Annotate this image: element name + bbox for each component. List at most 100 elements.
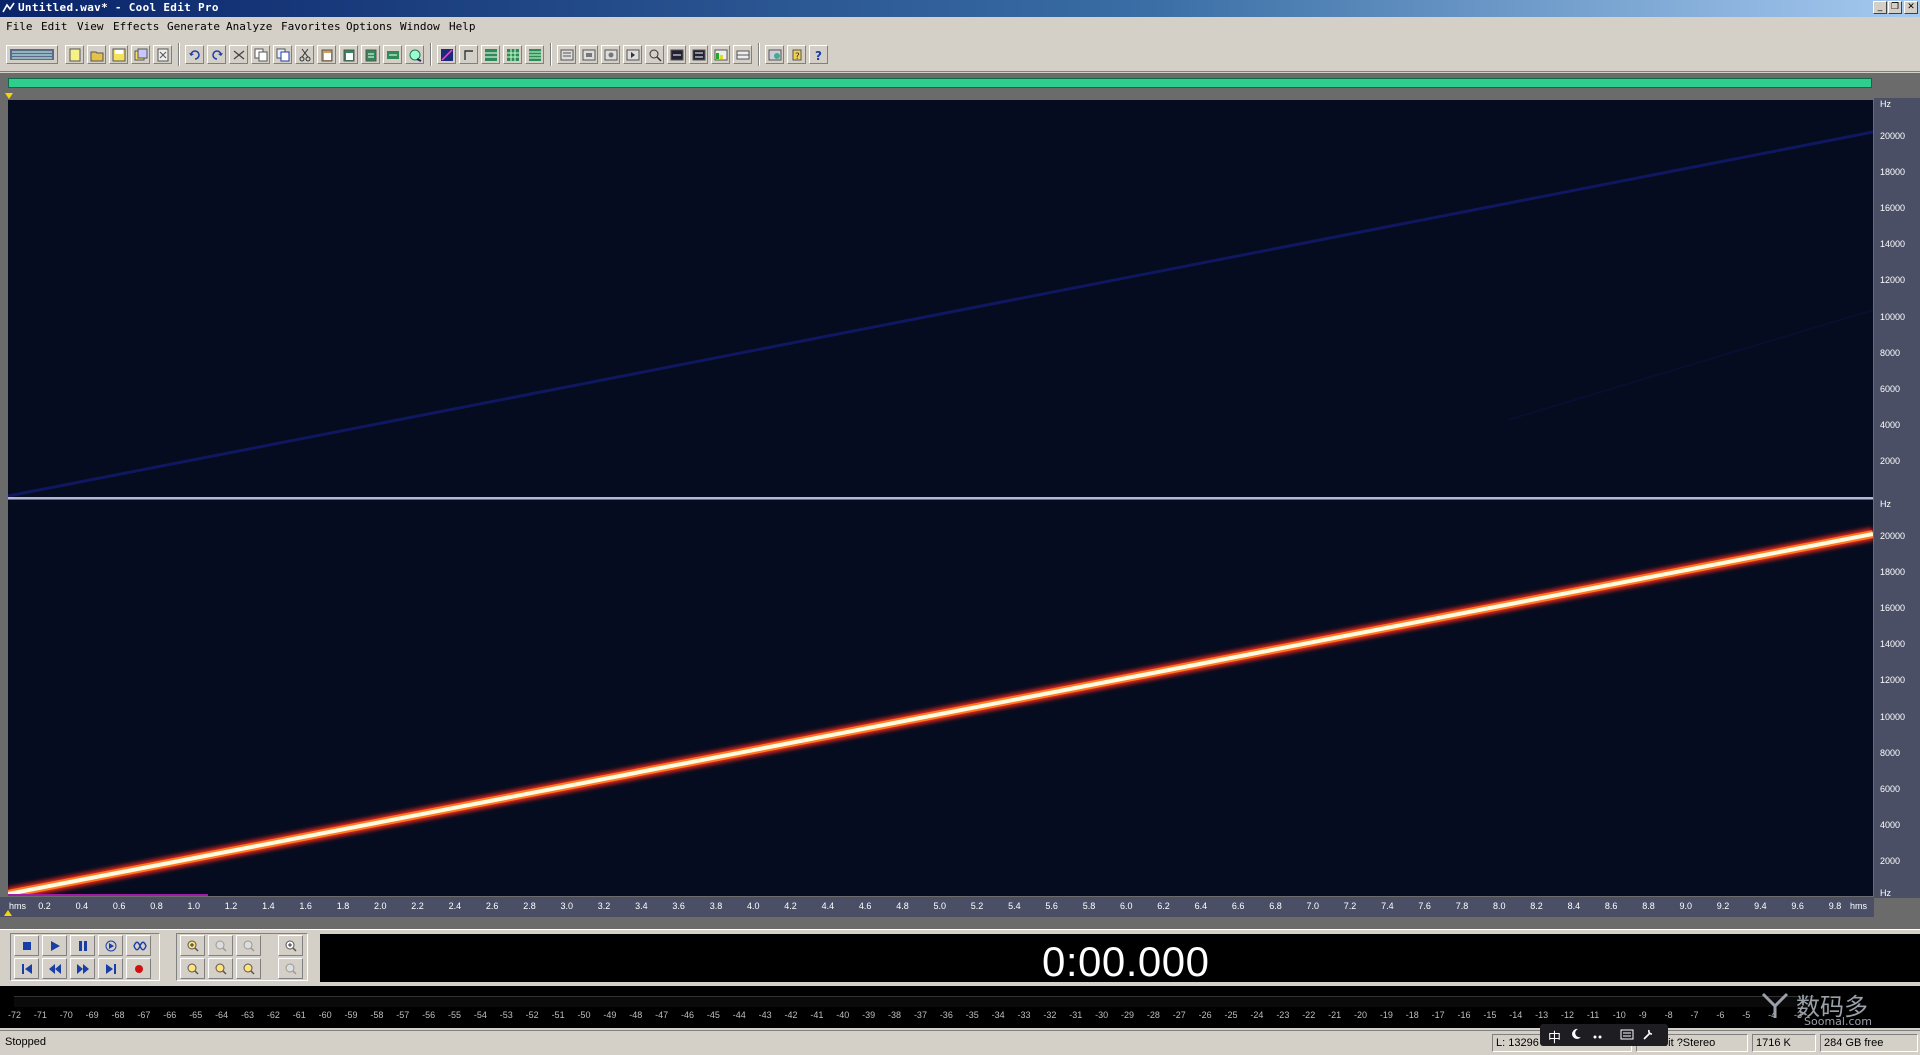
level-meter[interactable]: -72 -71 -70 -69 -68 -67 -66 -65 -64 -63 -62 -61 -60 -…: [0, 986, 1920, 1028]
preferences-icon[interactable]: [765, 45, 784, 64]
zoom-selection-button[interactable]: [236, 958, 261, 979]
level-meter-tick-label: -67: [137, 1010, 151, 1020]
loop-button[interactable]: [126, 935, 151, 956]
trim-icon[interactable]: [383, 45, 402, 64]
save-file-icon[interactable]: [109, 45, 128, 64]
grid-icon[interactable]: [525, 45, 544, 64]
go-to-start-button[interactable]: [14, 958, 39, 979]
toolbar-separator: [430, 43, 432, 66]
rewind-button[interactable]: [42, 958, 67, 979]
level-meter-tick-label: -63: [240, 1010, 254, 1020]
mix-paste-icon[interactable]: [361, 45, 380, 64]
redo-icon[interactable]: [207, 45, 226, 64]
playhead-bottom-marker[interactable]: [4, 910, 14, 917]
app-icon: [2, 2, 15, 13]
save-all-icon[interactable]: [131, 45, 150, 64]
help-icon[interactable]: ?: [809, 45, 828, 64]
level-meter-tick-label: -47: [655, 1010, 669, 1020]
zoom-in-left-button[interactable]: [180, 958, 205, 979]
level-meter-tick-label: -6: [1716, 1010, 1725, 1020]
time-ruler[interactable]: hms 0.2 0.4 0.6 0.8 1.0 1.2 1.4 1.6 1.8 2.0 2.2 2.4 2…: [0, 897, 1874, 917]
stop-button[interactable]: [14, 935, 39, 956]
punctuation-icon[interactable]: [1592, 1029, 1604, 1041]
paste-icon[interactable]: [317, 45, 336, 64]
restore-button[interactable]: ❐: [1888, 1, 1902, 14]
undo-icon[interactable]: [185, 45, 204, 64]
menu-view[interactable]: View: [77, 20, 104, 33]
moon-icon[interactable]: [1570, 1028, 1582, 1040]
toolbar-separator: [178, 43, 180, 66]
scripts-icon[interactable]: [733, 45, 752, 64]
time-tick-label: 1.6: [299, 901, 312, 911]
menu-options[interactable]: Options: [346, 20, 392, 33]
spectral-view-left-channel[interactable]: [7, 100, 1874, 498]
cd-play-icon[interactable]: [405, 45, 424, 64]
info-icon[interactable]: [623, 45, 642, 64]
zoom-in-right-button[interactable]: [208, 958, 233, 979]
open-file-icon[interactable]: [87, 45, 106, 64]
playhead-start-marker[interactable]: [5, 93, 15, 100]
zoom-out-vertical-button[interactable]: [278, 958, 303, 979]
wrench-icon[interactable]: [1642, 1028, 1654, 1040]
level-meter-tick-label: -72: [8, 1010, 22, 1020]
time-window-icon[interactable]: [667, 45, 686, 64]
snap-icon[interactable]: [503, 45, 522, 64]
close-file-icon[interactable]: [153, 45, 172, 64]
freq-tick-label: 4000: [1880, 819, 1901, 830]
time-tick-label: 2.2: [411, 901, 424, 911]
zoom-full-button[interactable]: [236, 935, 261, 956]
level-meter-icon[interactable]: [711, 45, 730, 64]
new-file-icon[interactable]: [65, 45, 84, 64]
transport-buttons-group: [10, 933, 160, 981]
time-tick-label: 5.4: [1008, 901, 1021, 911]
paste-to-new-icon[interactable]: [339, 45, 358, 64]
time-tick-label: 8.2: [1530, 901, 1543, 911]
copy-icon[interactable]: [251, 45, 270, 64]
menu-edit[interactable]: Edit: [41, 20, 68, 33]
multitrack-toggle-icon[interactable]: [6, 45, 58, 64]
time-tick-label: 9.2: [1716, 901, 1730, 911]
pause-button[interactable]: [70, 935, 95, 956]
cut-icon[interactable]: [295, 45, 314, 64]
level-meter-tick-label: -27: [1172, 1010, 1186, 1020]
copy-to-new-icon[interactable]: [273, 45, 292, 64]
go-to-end-button[interactable]: [98, 958, 123, 979]
spectral-view-icon[interactable]: [459, 45, 478, 64]
zoom-in-vertical-button[interactable]: [278, 935, 303, 956]
menu-generate[interactable]: Generate: [167, 20, 220, 33]
ime-mode-label[interactable]: 中: [1548, 1027, 1561, 1046]
play-button[interactable]: [42, 935, 67, 956]
level-meter-tick-label: -25: [1224, 1010, 1238, 1020]
close-button[interactable]: ✕: [1904, 1, 1918, 14]
minimize-button[interactable]: _: [1873, 1, 1887, 14]
settings-icon[interactable]: [601, 45, 620, 64]
spectral-view-right-channel[interactable]: [6, 500, 1875, 900]
cue-list-icon[interactable]: [557, 45, 576, 64]
metronome-icon[interactable]: [689, 45, 708, 64]
keyboard-icon[interactable]: [1620, 1029, 1634, 1040]
menu-analyze[interactable]: Analyze: [226, 20, 272, 33]
level-meter-tick-label: -42: [784, 1010, 798, 1020]
record-button[interactable]: [126, 958, 151, 979]
ime-toolbar[interactable]: 中: [1540, 1024, 1668, 1046]
frequency-analysis-icon[interactable]: [481, 45, 500, 64]
repeat-last-icon[interactable]: [229, 45, 248, 64]
menu-window[interactable]: Window: [400, 20, 440, 33]
waveform-view-icon[interactable]: [437, 45, 456, 64]
help-context-icon[interactable]: ?: [787, 45, 806, 64]
play-to-end-button[interactable]: [98, 935, 123, 956]
zoom-out-horizontal-button[interactable]: [208, 935, 233, 956]
frequency-scale: Hz 20000 18000 16000 14000 12000 10000 8000 6000…: [1874, 98, 1920, 898]
zoom-in-horizontal-button[interactable]: [180, 935, 205, 956]
menu-effects[interactable]: Effects: [113, 20, 159, 33]
menu-favorites[interactable]: Favorites: [281, 20, 341, 33]
freq-tick-label: 12000: [1880, 675, 1906, 686]
overview-bar[interactable]: [8, 78, 1872, 88]
menu-file[interactable]: File: [6, 20, 33, 33]
level-meter-tick-label: -71: [33, 1010, 47, 1020]
fast-forward-button[interactable]: [70, 958, 95, 979]
menu-help[interactable]: Help: [449, 20, 476, 33]
play-list-icon[interactable]: [579, 45, 598, 64]
time-tick-label: 8.4: [1567, 901, 1581, 911]
instant-play-icon[interactable]: [645, 45, 664, 64]
